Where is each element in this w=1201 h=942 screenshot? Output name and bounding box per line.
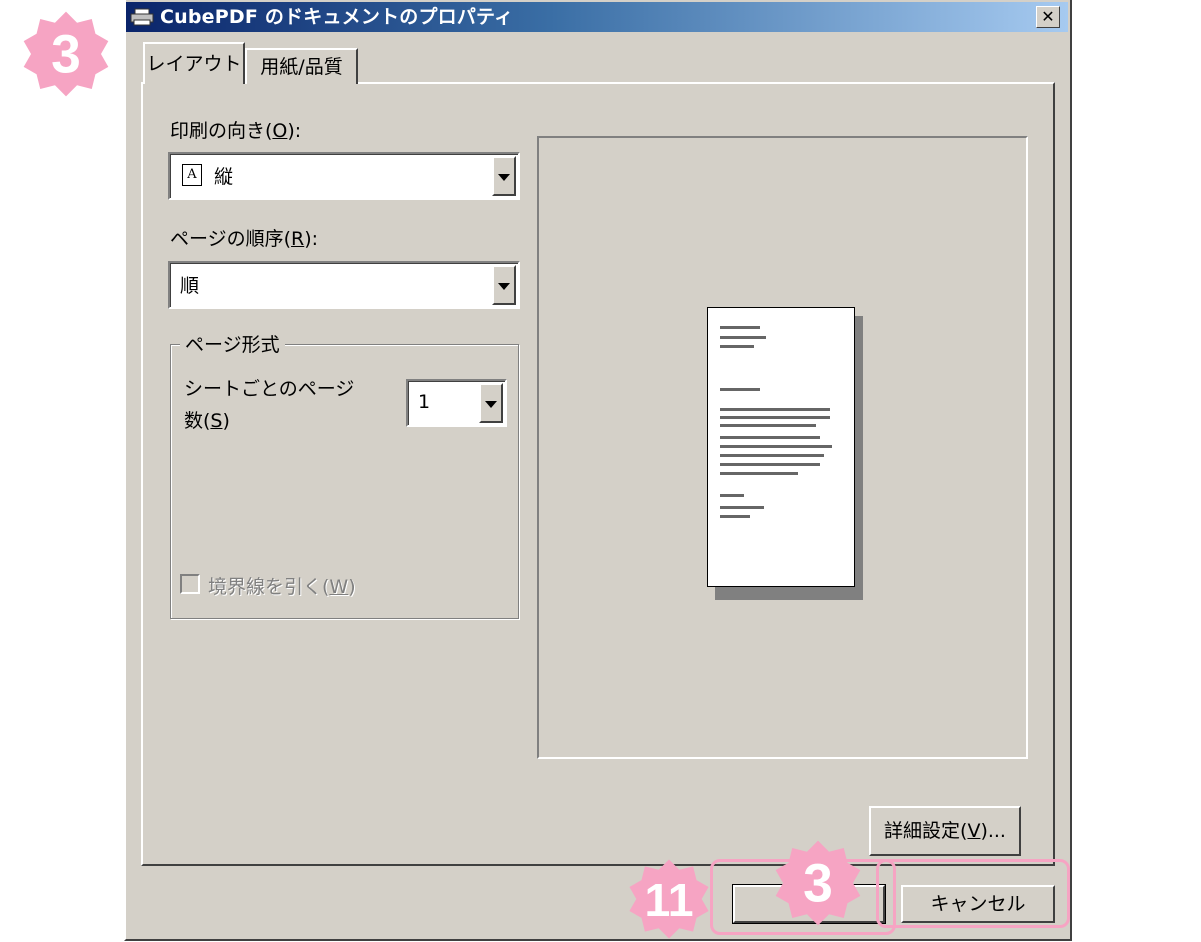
pages-per-sheet-dropdown-button[interactable] <box>479 383 503 423</box>
pages-per-sheet-select[interactable]: 1 <box>406 379 507 427</box>
badge-number: 3 <box>803 854 833 913</box>
orientation-value: 縦 <box>214 166 234 188</box>
preview-page-icon <box>707 307 855 587</box>
portrait-page-icon: A <box>182 164 202 186</box>
close-button[interactable]: ✕ <box>1036 6 1060 28</box>
close-icon: ✕ <box>1041 7 1055 26</box>
page-order-dropdown-button[interactable] <box>492 265 516 305</box>
step-badge-bottom-left: 11 <box>629 859 709 939</box>
advanced-settings-button[interactable]: 詳細設定(V)... <box>869 806 1021 856</box>
badge-number: 3 <box>51 25 81 84</box>
chevron-down-icon <box>485 401 497 408</box>
page-order-label: ページの順序(R): <box>170 228 319 250</box>
chevron-down-icon <box>498 174 510 181</box>
printer-icon <box>130 8 154 26</box>
draw-borders-label: 境界線を引く(W) <box>208 576 356 598</box>
draw-borders-checkbox[interactable] <box>180 574 200 594</box>
orientation-select[interactable]: A 縦 <box>168 152 520 200</box>
pages-per-sheet-label-line1: シートごとのページ <box>184 378 355 400</box>
step-badge-top-left: 3 <box>23 11 109 97</box>
pages-per-sheet-value: 1 <box>418 391 431 413</box>
chevron-down-icon <box>498 283 510 290</box>
tab-layout[interactable]: レイアウト <box>143 42 245 84</box>
orientation-dropdown-button[interactable] <box>492 156 516 196</box>
badge-number: 11 <box>644 874 693 926</box>
tab-paper-quality[interactable]: 用紙/品質 <box>245 48 358 84</box>
page-order-value: 順 <box>180 275 200 297</box>
pages-per-sheet-label-line2: 数(S) <box>184 410 230 432</box>
page-format-group-title: ページ形式 <box>180 330 285 357</box>
step-badge-bottom-center: 3 <box>775 840 861 926</box>
window-title: CubePDF のドキュメントのプロパティ <box>160 6 514 28</box>
page-order-select[interactable]: 順 <box>168 261 520 309</box>
orientation-label: 印刷の向き(O): <box>170 120 302 142</box>
highlight-cancel-button <box>876 859 1070 928</box>
